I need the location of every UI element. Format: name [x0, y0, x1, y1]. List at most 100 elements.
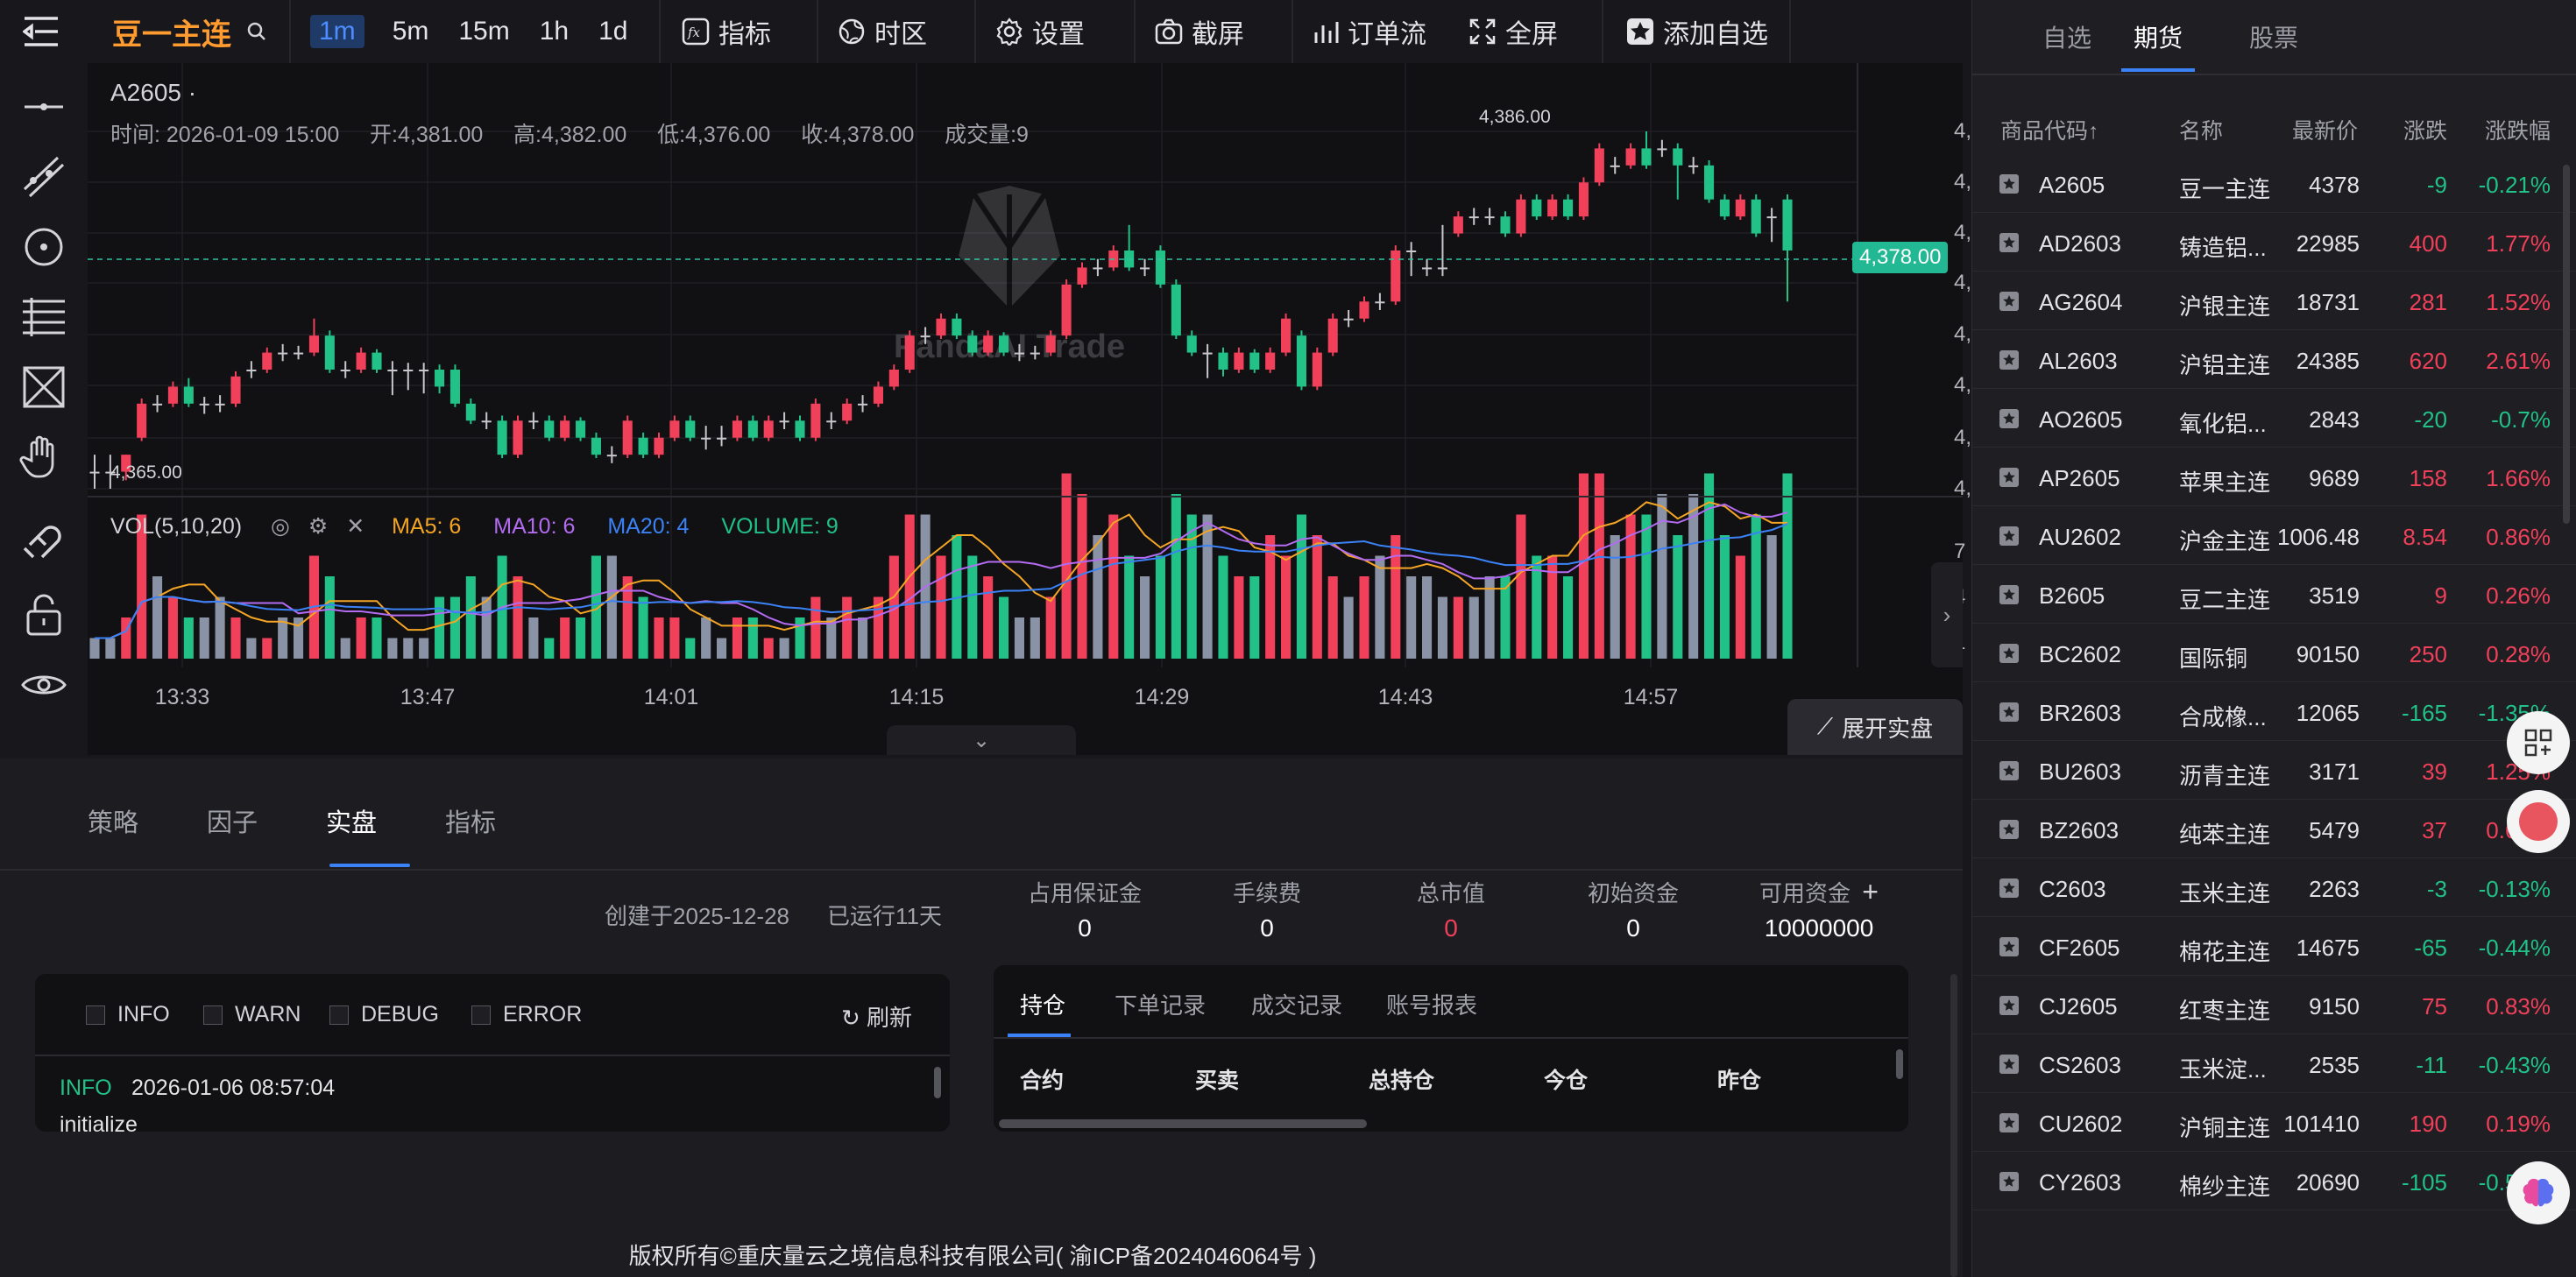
bookmark-icon[interactable]: [1999, 1171, 2020, 1192]
interval-1m[interactable]: 1m: [310, 15, 364, 48]
tab-trades[interactable]: 成交记录: [1251, 988, 1342, 1020]
tab-favorites[interactable]: 自选: [2042, 19, 2091, 54]
side-expand-button[interactable]: ›: [1931, 562, 1963, 667]
indicators-button[interactable]: fx 指标: [682, 0, 771, 63]
unlock-icon[interactable]: [18, 589, 70, 641]
watchlist-row[interactable]: CY2603棉纱主连20690-105-0.51%: [1972, 1152, 2576, 1210]
interval-5m[interactable]: 5m: [393, 17, 429, 46]
interval-15m[interactable]: 15m: [458, 17, 509, 46]
add-watchlist-button[interactable]: 添加自选: [1626, 0, 1768, 63]
fullscreen-button[interactable]: 全屏: [1468, 0, 1558, 63]
collapse-panel-button[interactable]: ⌄: [887, 725, 1076, 755]
pattern-tool-icon[interactable]: [18, 361, 70, 413]
bookmark-icon[interactable]: [1999, 702, 2020, 723]
bookmark-icon[interactable]: [1999, 760, 2020, 781]
watchlist-row[interactable]: CF2605 棉花主连 14675 -65 -0.44%: [1972, 917, 2576, 976]
filter-error[interactable]: ERROR: [471, 1002, 582, 1027]
watchlist-row[interactable]: BU2603 沥青主连 3171 39 1.25%: [1972, 741, 2576, 800]
tab-stocks[interactable]: 股票: [2249, 19, 2298, 54]
bottom-scrollbar[interactable]: [1950, 974, 1957, 1277]
volume-bar: [340, 638, 350, 659]
timezone-button[interactable]: 时区: [838, 0, 927, 63]
plus-icon[interactable]: +: [1862, 876, 1879, 907]
interval-1d[interactable]: 1d: [598, 17, 627, 46]
expand-live-button[interactable]: ⟋ 展开实盘: [1787, 699, 1963, 755]
watchlist-row[interactable]: AL2603 沪铝主连 24385 620 2.61%: [1972, 330, 2576, 389]
bookmark-icon[interactable]: [1999, 995, 2020, 1016]
bookmark-icon[interactable]: [1999, 526, 2020, 547]
watchlist-row[interactable]: AU2602 沪金主连 1006.48 8.54 0.86%: [1972, 506, 2576, 565]
eye-icon[interactable]: [18, 659, 70, 711]
interval-1h[interactable]: 1h: [540, 17, 569, 46]
bookmark-icon[interactable]: [1999, 467, 2020, 488]
menu-icon[interactable]: [23, 0, 60, 63]
tab-orders[interactable]: 下单记录: [1115, 988, 1206, 1020]
hand-icon[interactable]: [18, 431, 70, 483]
tab-positions[interactable]: 持仓: [1020, 988, 1065, 1020]
watchlist-row[interactable]: AO2605 氧化铝... 2843 -20 -0.7%: [1972, 389, 2576, 448]
symbol-search-icon[interactable]: [247, 0, 266, 63]
bookmark-icon[interactable]: [1999, 408, 2020, 429]
watchlist-row[interactable]: CS2603 玉米淀... 2535 -11 -0.43%: [1972, 1034, 2576, 1093]
fibonacci-icon[interactable]: [18, 291, 70, 343]
bookmark-icon[interactable]: [1999, 1112, 2020, 1133]
floating-assistant-button[interactable]: [2507, 1161, 2570, 1224]
candle: [747, 420, 758, 438]
trend-line-icon[interactable]: [18, 151, 70, 203]
tab-factor[interactable]: 因子: [207, 802, 258, 839]
tab-indicators[interactable]: 指标: [445, 802, 496, 839]
filter-info[interactable]: INFO: [86, 1002, 170, 1027]
floating-apps-button[interactable]: [2507, 711, 2570, 774]
candlestick-chart[interactable]: PandaAI Trade A2605 · 时间: 2026-01-09 15:…: [88, 63, 2035, 755]
log-scrollbar[interactable]: [934, 1067, 941, 1098]
bookmark-icon[interactable]: [1999, 819, 2020, 840]
tab-live[interactable]: 实盘: [326, 802, 377, 839]
circle-tool-icon[interactable]: [18, 221, 70, 273]
watchlist-row[interactable]: B2605 豆二主连 3519 9 0.26%: [1972, 565, 2576, 624]
crosshair-line-icon[interactable]: [18, 81, 70, 133]
gear-icon[interactable]: ⚙: [308, 514, 328, 539]
filter-warn[interactable]: WARN: [203, 1002, 301, 1027]
watchlist-row[interactable]: A2605 豆一主连 4378 -9 -0.21%: [1972, 154, 2576, 213]
floating-translate-button[interactable]: [2507, 790, 2570, 853]
filter-debug[interactable]: DEBUG: [329, 1002, 439, 1027]
candle: [936, 318, 946, 336]
magnet-icon[interactable]: [18, 519, 70, 571]
bookmark-icon[interactable]: [1999, 584, 2020, 605]
bookmark-icon[interactable]: [1999, 1054, 2020, 1075]
bookmark-icon[interactable]: [1999, 349, 2020, 370]
watchlist-row[interactable]: C2603 玉米主连 2263 -3 -0.13%: [1972, 858, 2576, 917]
refresh-button[interactable]: ↻ 刷新: [841, 1000, 912, 1033]
positions-h-scrollbar[interactable]: [999, 1119, 1367, 1128]
watchlist-row[interactable]: AD2603 铸造铝... 22985 400 1.77%: [1972, 213, 2576, 272]
eye-off-icon[interactable]: ◎: [271, 514, 290, 539]
volume-bar: [278, 617, 288, 659]
tab-account-report[interactable]: 账号报表: [1386, 988, 1477, 1020]
positions-v-scrollbar[interactable]: [1896, 1049, 1903, 1079]
row-price: 2535: [2309, 1052, 2360, 1078]
watchlist-row[interactable]: AG2604 沪银主连 18731 281 1.52%: [1972, 272, 2576, 330]
watchlist-row[interactable]: CU2602 沪铜主连 101410 190 0.19%: [1972, 1093, 2576, 1152]
chart-canvas[interactable]: PandaAI Trade: [88, 63, 1963, 755]
bookmark-icon[interactable]: [1999, 291, 2020, 312]
watchlist-row[interactable]: BZ2603纯苯主连5479370.68%: [1972, 800, 2576, 858]
fullscreen-icon: [1469, 18, 1496, 45]
bookmark-icon[interactable]: [1999, 232, 2020, 253]
watchlist-row[interactable]: BC2602 国际铜 90150 250 0.28%: [1972, 624, 2576, 682]
close-icon[interactable]: ✕: [346, 514, 364, 539]
watchlist-row[interactable]: CJ2605 红枣主连 9150 75 0.83%: [1972, 976, 2576, 1034]
bookmark-icon[interactable]: [1999, 878, 2020, 899]
bookmark-icon[interactable]: [1999, 643, 2020, 664]
orderflow-button[interactable]: 订单流: [1313, 0, 1426, 63]
header-code[interactable]: 商品代码↑: [2000, 114, 2099, 145]
bookmark-icon[interactable]: [1999, 936, 2020, 957]
screenshot-button[interactable]: 截屏: [1155, 0, 1244, 63]
tab-futures[interactable]: 期货: [2134, 19, 2183, 54]
tab-strategy[interactable]: 策略: [88, 802, 138, 839]
settings-button[interactable]: 设置: [995, 0, 1085, 63]
watchlist-row[interactable]: AP2605 苹果主连 9689 158 1.66%: [1972, 448, 2576, 506]
watch-scrollbar[interactable]: [2563, 165, 2570, 524]
watchlist-row[interactable]: BR2603 合成橡... 12065 -165 -1.35%: [1972, 682, 2576, 741]
bookmark-icon[interactable]: [1999, 173, 2020, 194]
symbol-name[interactable]: 豆一主连: [112, 0, 231, 63]
